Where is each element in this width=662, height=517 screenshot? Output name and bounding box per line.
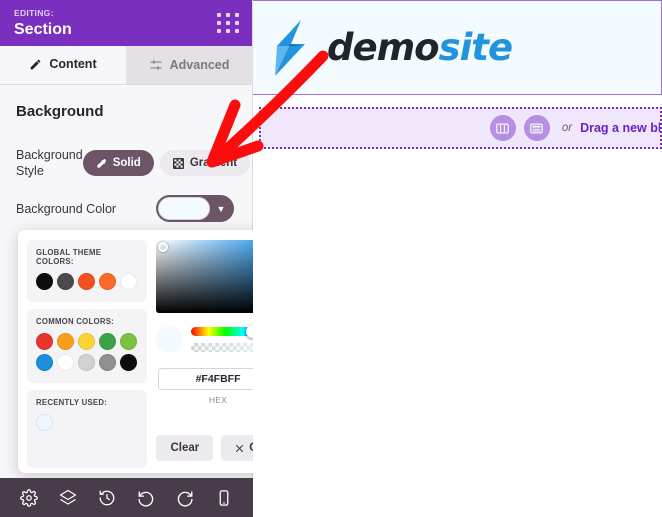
style-option-solid[interactable]: Solid [82,150,154,176]
dropzone-or-text: or [561,122,573,134]
logo-section[interactable]: demosite [253,0,662,95]
common-swatch[interactable] [36,333,53,350]
theme-swatch[interactable] [78,273,95,290]
background-color-swatch-button[interactable]: ▼ [156,195,234,222]
tab-advanced[interactable]: Advanced [126,46,252,84]
common-swatch[interactable] [99,354,116,371]
sidebar-body: Background Background Style Solid Gradie… [0,85,252,222]
block-layout-icon [530,122,544,134]
common-colors-caption: COMMON COLORS: [36,317,114,326]
common-swatch[interactable] [78,333,95,350]
saturation-handle[interactable] [158,242,168,252]
settings-sidebar: EDITING: Section Content Advanced Backgr… [0,0,304,517]
gear-icon[interactable] [20,488,39,507]
sliders-icon [149,60,162,70]
background-style-options: Solid Gradient [82,150,251,176]
background-style-row: Background Style Solid Gradient [16,147,251,179]
recently-used-group: RECENTLY USED: [27,390,147,468]
chevron-down-icon: ▼ [216,203,226,214]
common-swatch[interactable] [57,333,74,350]
recently-used-caption: RECENTLY USED: [36,398,108,407]
sidebar-header: EDITING: Section [0,0,252,46]
theme-swatch[interactable] [99,273,116,290]
color-preview-circle [156,326,183,353]
block-dropzone[interactable]: or Drag a new block h [259,107,662,149]
background-color-label: Background Color [16,201,117,216]
global-theme-swatch-row [36,273,138,290]
editing-section-name: Section [14,21,72,38]
recent-swatch[interactable] [36,414,53,431]
background-color-swatch [158,197,210,220]
layers-icon[interactable] [59,489,77,507]
background-style-label: Background Style [16,148,83,178]
global-theme-colors-group: GLOBAL THEME COLORS: [27,240,147,302]
style-option-gradient-label: Gradient [189,157,238,169]
history-icon[interactable] [98,489,116,507]
add-block-button[interactable] [523,115,550,141]
close-x-icon [236,444,244,452]
common-swatch[interactable] [120,354,137,371]
tab-advanced-label: Advanced [169,58,230,72]
common-swatch[interactable] [78,354,95,371]
undo-icon[interactable] [137,489,155,507]
editing-title-group: EDITING: Section [14,5,72,40]
tab-content[interactable]: Content [0,46,126,84]
tab-content-label: Content [49,57,97,71]
clear-button[interactable]: Clear [156,435,214,461]
dropzone-message: Drag a new block h [580,121,662,135]
recently-used-swatch-row [36,414,138,431]
common-swatch[interactable] [99,333,116,350]
bottom-toolbar [0,478,253,517]
common-swatch-row-1 [36,333,138,350]
global-theme-colors-caption: GLOBAL THEME COLORS: [36,248,102,266]
site-logo-text: demosite [327,26,513,69]
eyedropper-icon [97,158,106,168]
common-swatch[interactable] [57,354,74,371]
common-swatch[interactable] [120,333,137,350]
mobile-icon[interactable] [215,489,233,507]
logo-text-site: site [438,26,513,69]
style-option-solid-label: Solid [112,157,141,169]
app-root: EDITING: Section Content Advanced Backgr… [0,0,662,517]
common-colors-group: COMMON COLORS: [27,309,147,383]
gradient-grid-icon [172,157,184,169]
theme-swatch[interactable] [120,273,137,290]
grid-dots-icon[interactable] [217,13,240,33]
sidebar-tabs: Content Advanced [0,46,252,85]
theme-swatch[interactable] [57,273,74,290]
background-section-title: Background [16,103,104,120]
page-canvas: demosite or Drag a new block h [253,0,662,517]
logo-text-demo: demo [327,26,440,69]
background-color-row: Background Color ▼ [16,195,236,222]
columns-icon [496,122,510,134]
editing-label: EDITING: [14,8,54,18]
common-swatch-row-2 [36,354,138,371]
common-swatch[interactable] [36,354,53,371]
add-columns-button[interactable] [489,115,516,141]
redo-icon[interactable] [176,489,194,507]
color-picker-palettes: GLOBAL THEME COLORS: COMMON COLORS: RECE… [27,240,147,468]
theme-swatch[interactable] [36,273,53,290]
clear-button-label: Clear [170,442,200,454]
pencil-icon [31,59,41,69]
lightning-bolt-icon [275,19,305,76]
style-option-gradient[interactable]: Gradient [159,150,251,176]
